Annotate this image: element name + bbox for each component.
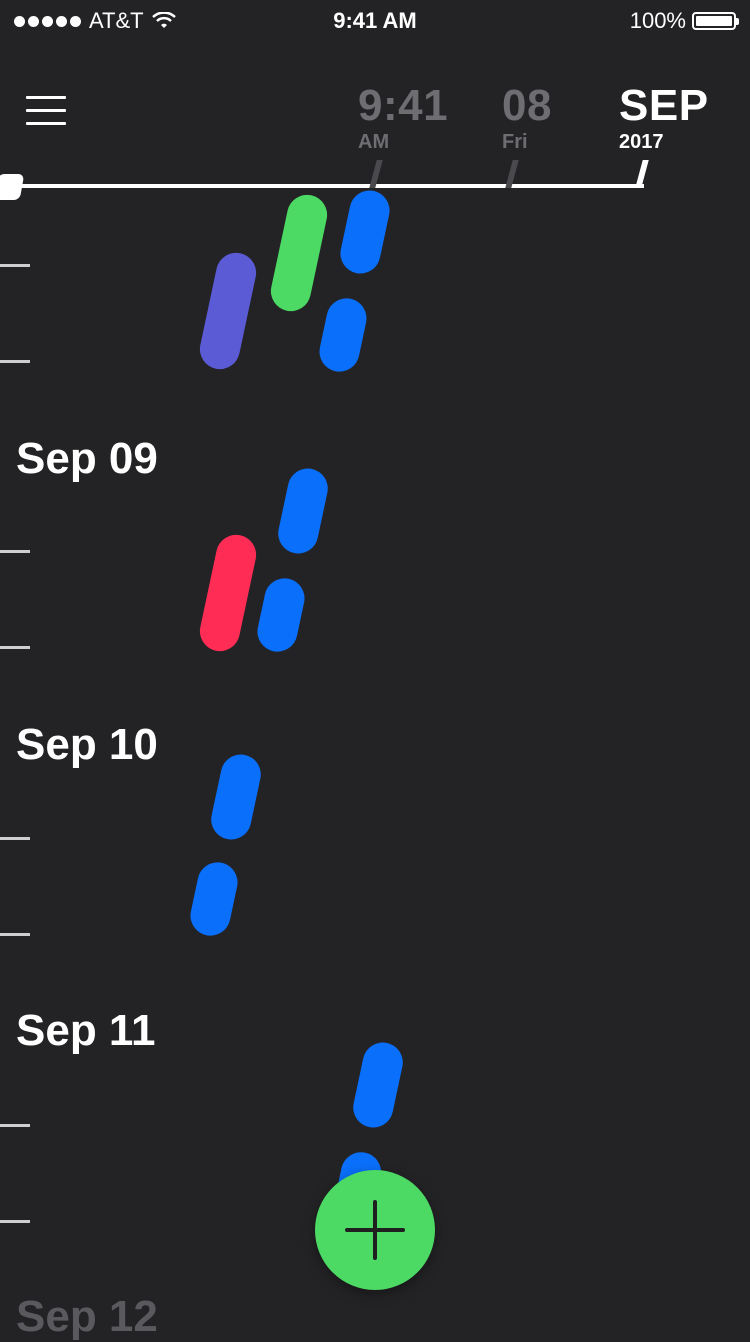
header-weekday: Fri [502, 131, 528, 153]
header-year: 2017 [619, 131, 664, 153]
event-pill-blue[interactable] [315, 294, 371, 376]
day-label-sep-11: Sep 11 [16, 1006, 156, 1055]
hour-mark [0, 1220, 30, 1223]
timeline-handle[interactable] [0, 174, 25, 200]
hour-mark [0, 933, 30, 936]
hour-mark [0, 360, 30, 363]
status-bar: AT&T 9:41 AM 100% [0, 0, 750, 40]
event-pill-blue[interactable] [274, 464, 332, 558]
hour-mark [0, 264, 30, 267]
hour-mark [0, 550, 30, 553]
battery-icon [692, 12, 739, 30]
battery-percent: 100% [629, 8, 686, 33]
day-label-sep-12: Sep 12 [16, 1292, 158, 1341]
battery-group: 100% [629, 8, 739, 34]
event-pill-blue[interactable] [253, 574, 309, 656]
event-pill-purple[interactable] [196, 249, 260, 373]
header-time[interactable]: 9:41 AM [358, 84, 448, 156]
event-pill-green[interactable] [267, 191, 331, 315]
day-label-sep-10: Sep 10 [16, 720, 158, 769]
timeline-bar [10, 184, 644, 188]
day-label-sep-09: Sep 09 [16, 434, 158, 483]
header-day-number: 08 [502, 81, 552, 130]
hour-mark [0, 837, 30, 840]
header-month-name: SEP [619, 81, 709, 130]
event-pill-blue[interactable] [207, 750, 265, 844]
header-month[interactable]: SEP 2017 [619, 84, 709, 156]
header-ampm: AM [358, 131, 390, 153]
event-pill-blue[interactable] [349, 1038, 407, 1132]
menu-button[interactable] [26, 96, 66, 128]
timeline-tick-month [635, 160, 649, 188]
header-time-value: 9:41 [358, 81, 449, 130]
event-pill-blue[interactable] [186, 858, 242, 940]
hour-mark [0, 1124, 30, 1127]
header-day[interactable]: 08 Fri [502, 84, 552, 156]
event-pill-blue[interactable] [336, 186, 394, 278]
hour-mark [0, 646, 30, 649]
add-event-button[interactable] [315, 1170, 435, 1290]
event-pill-red[interactable] [196, 531, 260, 655]
